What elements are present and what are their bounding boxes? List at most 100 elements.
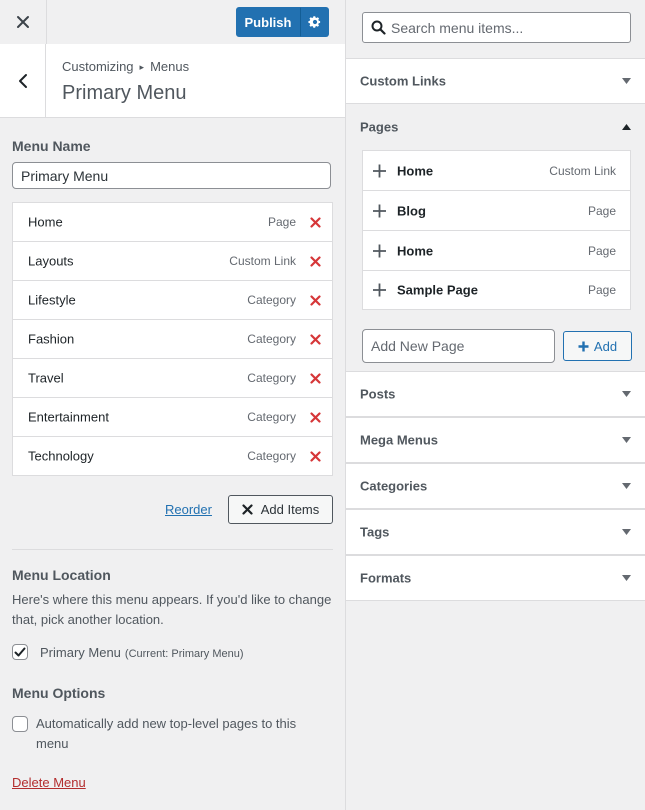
section-header: Customizing ▸ Menus Primary Menu: [0, 44, 345, 118]
menu-item-title: Layouts: [28, 253, 74, 269]
close-icon: [17, 16, 29, 28]
search-box: [362, 12, 631, 43]
chevron-left-icon: [18, 73, 27, 88]
close-customizer-button[interactable]: [0, 0, 47, 44]
page-list-item[interactable]: Home Custom Link: [363, 151, 630, 191]
delete-x-icon: [309, 333, 321, 345]
panel-pages-header[interactable]: Pages: [346, 104, 645, 150]
caret-down-icon: [622, 529, 631, 535]
panel-title: Mega Menus: [360, 432, 439, 448]
add-page-label: Add: [593, 338, 618, 354]
panel-pages: Pages Home Custom Link Blog Page Home Page Sam…: [346, 104, 645, 372]
checkmark-icon: [14, 647, 26, 657]
pages-list: Home Custom Link Blog Page Home Page Sample Pa…: [362, 150, 631, 310]
breadcrumb-current: Menus: [150, 59, 190, 74]
delete-x-icon: [309, 294, 321, 306]
plus-icon: [373, 283, 386, 297]
remove-menu-item-button[interactable]: [307, 253, 323, 269]
publish-button[interactable]: Publish: [236, 7, 300, 37]
back-button[interactable]: [0, 44, 46, 117]
page-item-type: Custom Link: [549, 163, 616, 178]
panel-tags[interactable]: Tags: [346, 509, 645, 555]
panel-custom-links[interactable]: Custom Links: [346, 58, 645, 104]
page-item-title: Blog: [397, 203, 426, 218]
menu-item[interactable]: Entertainment Category: [12, 398, 333, 437]
menu-item-type: Page: [267, 215, 296, 229]
add-items-label: Add Items: [260, 502, 320, 517]
menu-items-list: Home Page Layouts Custom Link Lifestyle Categ…: [12, 202, 333, 476]
plus-icon: [373, 204, 386, 217]
reorder-link[interactable]: Reorder: [165, 502, 212, 517]
caret-up-icon: [622, 124, 631, 130]
divider: [12, 549, 333, 550]
panel-posts[interactable]: Posts: [346, 371, 645, 417]
plus-icon: [373, 164, 386, 177]
menu-item-type: Category: [247, 449, 296, 463]
caret-down-icon: [622, 483, 631, 489]
panel-title: Posts: [360, 386, 396, 402]
menu-item[interactable]: Technology Category: [12, 437, 333, 476]
menu-options-heading: Menu Options: [12, 685, 106, 701]
auto-add-pages-label: Automatically add new top-level pages to…: [36, 716, 297, 751]
menu-name-label: Menu Name: [12, 138, 91, 154]
page-list-item[interactable]: Blog Page: [363, 191, 630, 231]
panel-formats[interactable]: Formats: [346, 555, 645, 601]
menu-item-type: Custom Link: [229, 254, 296, 268]
menu-item-type: Category: [247, 410, 296, 424]
delete-x-icon: [309, 450, 321, 462]
close-icon: [242, 504, 253, 515]
menu-item-title: Technology: [28, 448, 94, 464]
menu-location-description: Here's where this menu appears. If you'd…: [12, 592, 332, 627]
page-title: Primary Menu: [62, 82, 187, 104]
menu-item-title: Lifestyle: [28, 292, 76, 308]
page-list-item[interactable]: Home Page: [363, 231, 630, 271]
panel-title: Categories: [360, 478, 428, 494]
location-current-note: (Current: Primary Menu): [124, 648, 244, 660]
publish-settings-button[interactable]: [300, 7, 329, 37]
menu-item[interactable]: Travel Category: [12, 359, 333, 398]
add-new-page-input[interactable]: [362, 329, 555, 363]
menu-item-type: Category: [247, 332, 296, 346]
breadcrumb-separator-icon: ▸: [139, 62, 145, 72]
menu-item-title: Fashion: [28, 331, 75, 347]
delete-x-icon: [309, 255, 321, 267]
customizer-topbar: Publish: [0, 0, 345, 45]
delete-x-icon: [309, 411, 321, 423]
caret-down-icon: [622, 575, 631, 581]
delete-menu-link[interactable]: Delete Menu: [12, 775, 86, 790]
search-icon: [371, 20, 386, 35]
delete-x-icon: [309, 372, 321, 384]
panel-title: Tags: [360, 524, 390, 540]
page-item-title: Home: [397, 163, 434, 178]
breadcrumb: Customizing ▸ Menus: [62, 59, 189, 74]
menu-name-input[interactable]: [12, 162, 331, 189]
remove-menu-item-button[interactable]: [307, 448, 323, 464]
delete-x-icon: [309, 216, 321, 228]
panel-mega-menus[interactable]: Mega Menus: [346, 417, 645, 463]
menu-item[interactable]: Fashion Category: [12, 320, 333, 359]
page-item-title: Sample Page: [397, 282, 478, 298]
panel-categories[interactable]: Categories: [346, 463, 645, 509]
remove-menu-item-button[interactable]: [307, 370, 323, 386]
customizer-sidebar: Publish Customizing ▸ Menus Primary Menu M…: [0, 0, 345, 810]
remove-menu-item-button[interactable]: [307, 214, 323, 230]
primary-menu-location-checkbox[interactable]: [12, 644, 28, 660]
remove-menu-item-button[interactable]: [307, 331, 323, 347]
remove-menu-item-button[interactable]: [307, 409, 323, 425]
available-menu-items-panel: Custom Links Pages Home Custom Link Blog Pa…: [345, 0, 645, 810]
add-page-button[interactable]: Add: [563, 331, 632, 361]
search-input[interactable]: [391, 13, 626, 42]
remove-menu-item-button[interactable]: [307, 292, 323, 308]
add-items-button[interactable]: Add Items: [228, 495, 333, 524]
menu-location-heading: Menu Location: [12, 567, 111, 583]
menu-item[interactable]: Layouts Custom Link: [12, 242, 333, 281]
page-item-type: Page: [587, 243, 616, 258]
menu-item[interactable]: Lifestyle Category: [12, 281, 333, 320]
auto-add-pages-checkbox[interactable]: [12, 716, 28, 732]
menu-item[interactable]: Home Page: [12, 202, 333, 242]
menu-item-title: Entertainment: [28, 409, 109, 425]
panel-title: Custom Links: [360, 73, 446, 89]
menu-item-type: Category: [247, 371, 296, 385]
page-list-item[interactable]: Sample Page Page: [363, 271, 630, 309]
primary-menu-location-label: Primary Menu (Current: Primary Menu): [40, 645, 244, 660]
